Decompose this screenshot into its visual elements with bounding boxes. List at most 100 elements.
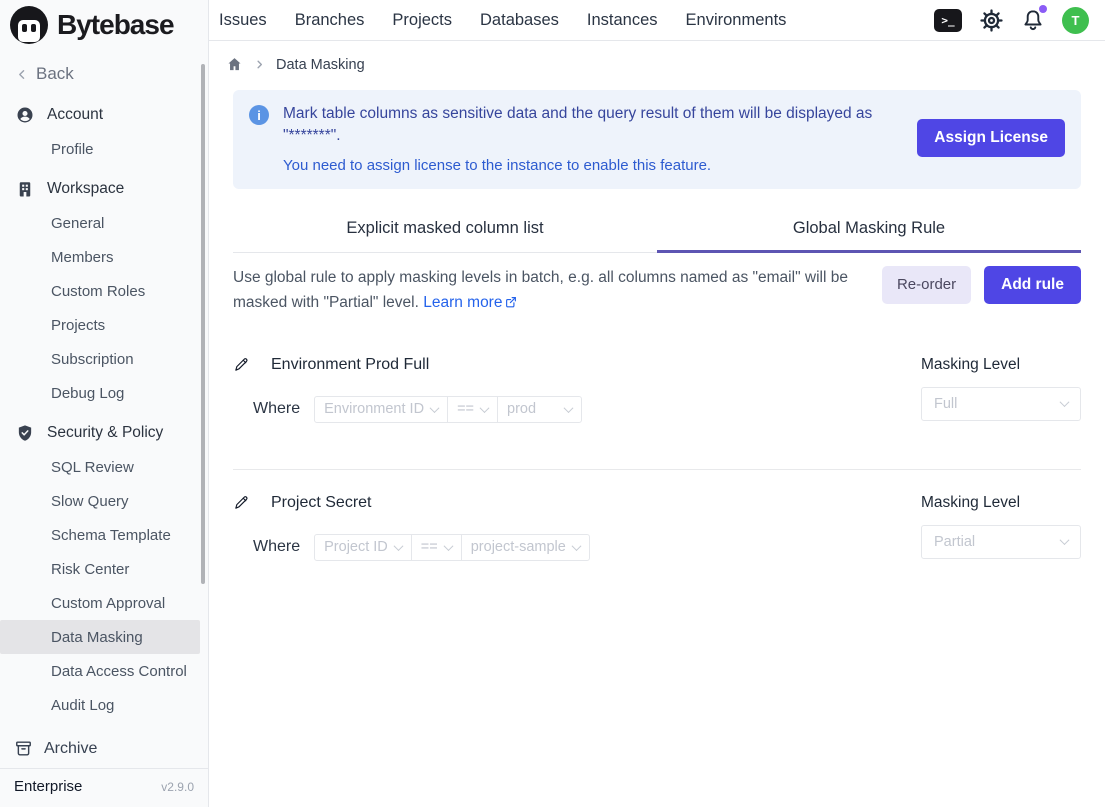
sidebar-item-profile[interactable]: Profile xyxy=(0,132,208,166)
chevron-down-icon xyxy=(564,403,574,413)
sidebar-nav: Account Profile Workspace General Member… xyxy=(0,92,208,731)
edit-pencil-icon[interactable] xyxy=(233,494,250,511)
rules-header: Use global rule to apply masking levels … xyxy=(233,266,1081,316)
sidebar-scrollbar[interactable] xyxy=(201,64,205,584)
sidebar-section-account[interactable]: Account xyxy=(0,98,208,132)
condition-operator-select[interactable]: == xyxy=(411,535,461,560)
rule-condition-group: Project ID == project-sample xyxy=(314,534,590,561)
banner-message: Mark table columns as sensitive data and… xyxy=(283,103,917,148)
top-navigation: Issues Branches Projects Databases Insta… xyxy=(209,0,1105,41)
nav-projects[interactable]: Projects xyxy=(392,11,452,30)
app-window: Bytebase Back Account Profile Workspace xyxy=(0,0,1105,807)
brand-name: Bytebase xyxy=(57,9,174,41)
sidebar-item-schema-template[interactable]: Schema Template xyxy=(0,518,208,552)
chevron-down-icon xyxy=(480,403,490,413)
notification-dot xyxy=(1039,5,1047,13)
learn-more-link[interactable]: Learn more xyxy=(423,294,518,311)
sidebar-item-audit-log[interactable]: Audit Log xyxy=(0,688,208,722)
sidebar-item-sql-review[interactable]: SQL Review xyxy=(0,450,208,484)
user-avatar[interactable]: T xyxy=(1062,7,1089,34)
license-info-banner: i Mark table columns as sensitive data a… xyxy=(233,90,1081,189)
nav-databases[interactable]: Databases xyxy=(480,11,559,30)
chevron-down-icon xyxy=(1060,397,1070,407)
section-label: Workspace xyxy=(47,180,124,198)
masking-level-label: Masking Level xyxy=(921,494,1081,512)
sidebar-item-custom-roles[interactable]: Custom Roles xyxy=(0,274,208,308)
breadcrumb-current: Data Masking xyxy=(276,57,365,73)
external-link-icon xyxy=(504,295,518,309)
masking-level-select[interactable]: Partial xyxy=(921,525,1081,559)
settings-gear-icon[interactable] xyxy=(979,8,1004,33)
sidebar-item-risk-center[interactable]: Risk Center xyxy=(0,552,208,586)
add-rule-button[interactable]: Add rule xyxy=(984,266,1081,304)
sql-editor-terminal-icon[interactable]: >_ xyxy=(934,9,962,32)
info-icon: i xyxy=(249,105,269,125)
masking-tabs: Explicit masked column list Global Maski… xyxy=(233,209,1081,253)
sidebar-item-general[interactable]: General xyxy=(0,206,208,240)
archive-icon xyxy=(14,739,33,758)
sidebar-section-workspace[interactable]: Workspace xyxy=(0,172,208,206)
tab-explicit-masked-column-list[interactable]: Explicit masked column list xyxy=(233,209,657,253)
sidebar-footer: Enterprise v2.9.0 xyxy=(0,768,208,807)
user-icon xyxy=(16,106,34,124)
rule-condition-group: Environment ID == prod xyxy=(314,396,582,423)
main-column: Issues Branches Projects Databases Insta… xyxy=(209,0,1105,807)
sidebar-item-data-access-control[interactable]: Data Access Control xyxy=(0,654,208,688)
bytebase-logo-icon xyxy=(10,6,48,44)
condition-field-select[interactable]: Project ID xyxy=(315,535,411,560)
chevron-left-icon xyxy=(16,68,29,81)
masking-level-label: Masking Level xyxy=(921,356,1081,374)
condition-value-select[interactable]: prod xyxy=(497,397,581,422)
nav-instances[interactable]: Instances xyxy=(587,11,658,30)
building-icon xyxy=(16,180,34,198)
chevron-down-icon xyxy=(430,403,440,413)
shield-check-icon xyxy=(16,424,34,442)
nav-issues[interactable]: Issues xyxy=(219,11,267,30)
sidebar-item-subscription[interactable]: Subscription xyxy=(0,342,208,376)
reorder-button[interactable]: Re-order xyxy=(882,266,971,304)
section-label: Account xyxy=(47,106,103,124)
rule-title: Project Secret xyxy=(271,494,371,512)
assign-license-button[interactable]: Assign License xyxy=(917,119,1065,157)
chevron-down-icon xyxy=(443,541,453,551)
masking-level-select[interactable]: Full xyxy=(921,387,1081,421)
brand-logo[interactable]: Bytebase xyxy=(0,0,208,48)
masking-rule-row: Project Secret Where Project ID == xyxy=(233,469,1081,607)
home-icon[interactable] xyxy=(226,56,243,73)
sidebar-item-debug-log[interactable]: Debug Log xyxy=(0,376,208,410)
where-label: Where xyxy=(253,400,300,418)
banner-license-link[interactable]: You need to assign license to the instan… xyxy=(283,157,917,174)
sidebar-item-custom-approval[interactable]: Custom Approval xyxy=(0,586,208,620)
rule-title: Environment Prod Full xyxy=(271,356,429,374)
archive-button[interactable]: Archive xyxy=(0,731,208,768)
condition-value-select[interactable]: project-sample xyxy=(461,535,589,560)
sidebar-item-projects[interactable]: Projects xyxy=(0,308,208,342)
notifications-bell-icon[interactable] xyxy=(1021,8,1045,32)
where-label: Where xyxy=(253,538,300,556)
rules-description: Use global rule to apply masking levels … xyxy=(233,266,882,316)
page-content: Data Masking i Mark table columns as sen… xyxy=(209,41,1105,807)
nav-environments[interactable]: Environments xyxy=(686,11,787,30)
breadcrumb: Data Masking xyxy=(209,41,1105,83)
masking-rule-row: Environment Prod Full Where Environment … xyxy=(233,336,1081,469)
back-button[interactable]: Back xyxy=(0,48,208,92)
sidebar-item-slow-query[interactable]: Slow Query xyxy=(0,484,208,518)
version-label: v2.9.0 xyxy=(161,780,194,794)
chevron-down-icon xyxy=(393,541,403,551)
tab-global-masking-rule[interactable]: Global Masking Rule xyxy=(657,209,1081,253)
nav-branches[interactable]: Branches xyxy=(295,11,365,30)
condition-field-select[interactable]: Environment ID xyxy=(315,397,447,422)
sidebar: Bytebase Back Account Profile Workspace xyxy=(0,0,209,807)
condition-operator-select[interactable]: == xyxy=(447,397,497,422)
chevron-down-icon xyxy=(571,541,581,551)
back-label: Back xyxy=(36,64,74,84)
section-label: Security & Policy xyxy=(47,424,163,442)
plan-label: Enterprise xyxy=(14,778,82,795)
chevron-right-icon xyxy=(254,59,265,70)
sidebar-item-members[interactable]: Members xyxy=(0,240,208,274)
sidebar-item-data-masking[interactable]: Data Masking xyxy=(0,620,200,654)
edit-pencil-icon[interactable] xyxy=(233,356,250,373)
archive-label: Archive xyxy=(44,740,97,758)
chevron-down-icon xyxy=(1060,535,1070,545)
sidebar-section-security-policy[interactable]: Security & Policy xyxy=(0,416,208,450)
